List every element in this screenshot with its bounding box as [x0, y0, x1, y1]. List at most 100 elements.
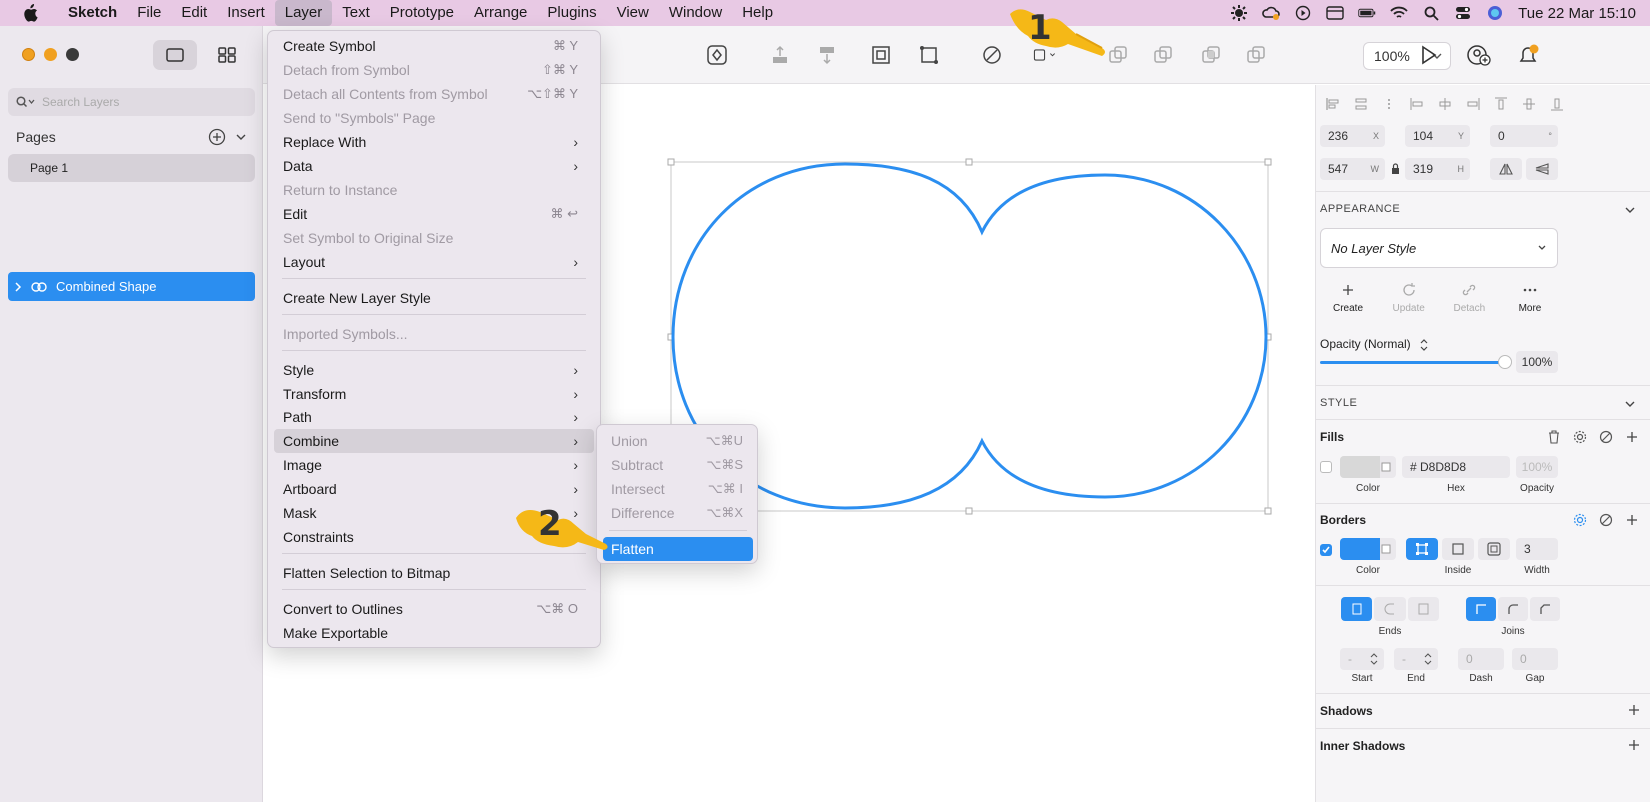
menu-prototype[interactable]: Prototype — [380, 0, 464, 26]
flip-vertical-button[interactable] — [1526, 158, 1558, 180]
submenu-item-subtract[interactable]: Subtract ⌥⌘S — [603, 453, 753, 477]
start-arrow-select[interactable]: - — [1340, 648, 1384, 670]
opacity-slider[interactable] — [1320, 361, 1508, 364]
siri-icon[interactable] — [1486, 5, 1504, 21]
group-icon[interactable] — [868, 44, 894, 66]
round-join-button[interactable] — [1498, 597, 1528, 621]
intersect-icon[interactable] — [1198, 44, 1224, 66]
chevron-down-icon[interactable] — [1624, 398, 1636, 410]
align-center-icon[interactable] — [1352, 95, 1370, 113]
creative-cloud-icon[interactable] — [1262, 5, 1280, 21]
menu-arrange[interactable]: Arrange — [464, 0, 537, 26]
search-icon[interactable] — [1422, 5, 1440, 21]
menu-item-send-to-symbols-page[interactable]: Send to "Symbols" Page — [274, 106, 594, 130]
submenu-item-difference[interactable]: Difference ⌥⌘X — [603, 501, 753, 525]
x-field[interactable]: 236 X — [1320, 125, 1385, 147]
border-width-field[interactable]: 3 — [1516, 538, 1558, 560]
menu-layer[interactable]: Layer — [274, 0, 333, 26]
edit-icon[interactable] — [979, 44, 1005, 66]
stepper-icon[interactable] — [1420, 338, 1428, 351]
fill-opacity-field[interactable]: 100% — [1516, 456, 1558, 478]
align-v-center-icon[interactable] — [1520, 95, 1538, 113]
menu-item-style[interactable]: Style › — [274, 358, 594, 382]
difference-icon[interactable] — [1243, 44, 1269, 66]
apple-icon[interactable] — [22, 4, 42, 22]
menu-item-detach-from-symbol[interactable]: Detach from Symbol ⇧⌘ Y — [274, 58, 594, 82]
border-color-swatch[interactable] — [1340, 538, 1396, 560]
display-icon[interactable] — [1326, 5, 1344, 21]
fill-color-swatch[interactable] — [1340, 456, 1396, 478]
more-style-button[interactable]: More — [1502, 281, 1558, 314]
menu-text[interactable]: Text — [332, 0, 380, 26]
height-field[interactable]: 319 H — [1405, 158, 1470, 180]
menu-file[interactable]: File — [127, 0, 171, 26]
menu-app-sketch[interactable]: Sketch — [58, 0, 127, 26]
menu-plugins[interactable]: Plugins — [537, 0, 606, 26]
close-window-button[interactable] — [22, 48, 35, 61]
menu-item-make-exportable[interactable]: Make Exportable — [274, 621, 594, 645]
add-inner-shadow-icon[interactable] — [1628, 739, 1640, 754]
border-outside-button[interactable] — [1478, 538, 1510, 560]
wifi-icon[interactable] — [1390, 5, 1408, 21]
menu-item-return-to-instance[interactable]: Return to Instance — [274, 178, 594, 202]
menu-item-replace-with[interactable]: Replace With › — [274, 130, 594, 154]
round-end-button[interactable] — [1374, 597, 1406, 621]
create-symbol-icon[interactable] — [704, 44, 730, 66]
align-top-icon[interactable] — [1492, 95, 1510, 113]
opacity-field[interactable]: 100% — [1516, 351, 1558, 373]
detach-style-button[interactable]: Detach — [1441, 281, 1497, 314]
gear-status-icon[interactable] — [1230, 5, 1248, 21]
fill-enabled-checkbox[interactable] — [1320, 461, 1332, 473]
menu-insert[interactable]: Insert — [217, 0, 275, 26]
add-shadow-icon[interactable] — [1628, 704, 1640, 719]
bevel-join-button[interactable] — [1530, 597, 1560, 621]
forward-icon[interactable] — [767, 44, 793, 66]
layer-style-select[interactable]: No Layer Style — [1320, 228, 1558, 268]
ungroup-icon[interactable] — [916, 44, 942, 66]
border-swatch-icon[interactable] — [1598, 512, 1614, 528]
add-border-icon[interactable] — [1624, 512, 1640, 528]
align-right-edge-icon[interactable] — [1464, 95, 1482, 113]
border-inside-button[interactable] — [1442, 538, 1474, 560]
subtract-icon[interactable] — [1150, 44, 1176, 66]
menu-edit[interactable]: Edit — [171, 0, 217, 26]
end-arrow-select[interactable]: - — [1394, 648, 1438, 670]
gap-field[interactable]: 0 — [1512, 648, 1558, 670]
align-bottom-icon[interactable] — [1548, 95, 1566, 113]
menu-item-combine[interactable]: Combine › — [274, 429, 594, 453]
y-field[interactable]: 104 Y — [1405, 125, 1470, 147]
flip-horizontal-button[interactable] — [1490, 158, 1522, 180]
fill-hex-field[interactable]: # D8D8D8 — [1402, 456, 1510, 478]
trash-icon[interactable] — [1546, 429, 1562, 445]
create-style-button[interactable]: Create — [1320, 281, 1376, 314]
menu-item-create-new-layer-style[interactable]: Create New Layer Style — [274, 286, 594, 310]
preview-play-icon[interactable] — [1415, 44, 1441, 66]
width-field[interactable]: 547 W — [1320, 158, 1385, 180]
components-view-button[interactable] — [205, 40, 249, 70]
border-settings-gear-icon[interactable] — [1572, 512, 1588, 528]
disclosure-chevron-icon[interactable] — [14, 281, 22, 292]
page-item[interactable]: Page 1 — [8, 154, 255, 182]
update-style-button[interactable]: Update — [1381, 281, 1437, 314]
menu-item-layout[interactable]: Layout › — [274, 250, 594, 274]
align-left-edge-icon[interactable] — [1408, 95, 1426, 113]
submenu-item-flatten[interactable]: Flatten — [603, 537, 753, 561]
menu-item-imported-symbols[interactable]: Imported Symbols... — [274, 322, 594, 346]
menu-item-convert-to-outlines[interactable]: Convert to Outlines ⌥⌘ O — [274, 597, 594, 621]
square-end-button[interactable] — [1407, 597, 1439, 621]
share-user-icon[interactable] — [1466, 44, 1492, 66]
add-fill-icon[interactable] — [1624, 429, 1640, 445]
menu-item-path[interactable]: Path › — [274, 405, 594, 429]
menu-item-artboard[interactable]: Artboard › — [274, 477, 594, 501]
control-center-icon[interactable] — [1454, 5, 1472, 21]
swatch-icon[interactable] — [1598, 429, 1614, 445]
border-enabled-checkbox[interactable] — [1320, 544, 1332, 556]
dash-field[interactable]: 0 — [1458, 648, 1504, 670]
opacity-slider-knob[interactable] — [1498, 355, 1512, 369]
submenu-item-intersect[interactable]: Intersect ⌥⌘ I — [603, 477, 753, 501]
settings-gear-icon[interactable] — [1572, 429, 1588, 445]
minimize-window-button[interactable] — [44, 48, 57, 61]
layer-row-combined-shape[interactable]: Combined Shape — [8, 272, 255, 301]
border-center-button[interactable] — [1406, 538, 1438, 560]
menu-item-detach-all-contents[interactable]: Detach all Contents from Symbol ⌥⇧⌘ Y — [274, 82, 594, 106]
